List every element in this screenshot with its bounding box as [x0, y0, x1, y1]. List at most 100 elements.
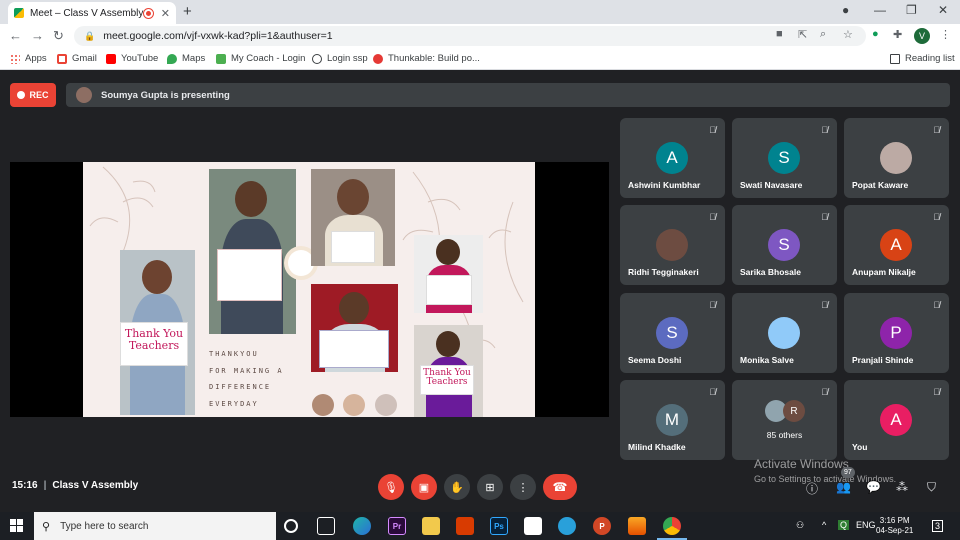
bookmark-gmail[interactable]: Gmail — [57, 53, 97, 64]
close-window-button[interactable]: ✕ — [938, 3, 948, 17]
participant-name: Ashwini Kumbhar — [628, 180, 701, 190]
tab-close-icon[interactable]: ✕ — [161, 7, 170, 20]
clock-time: 3:16 PM — [879, 516, 910, 525]
muted-mic-icon: 🎙̸ — [933, 125, 940, 135]
participant-tile[interactable]: 🎙̸ M Milind Khadke — [620, 380, 725, 460]
notification-count: 3 — [935, 521, 941, 531]
people-tray-icon[interactable]: ⚇ — [796, 520, 804, 531]
search-icon: ⚲ — [42, 520, 51, 533]
show-hidden-icons-icon[interactable]: ^ — [822, 520, 826, 530]
vlc-icon[interactable] — [628, 517, 646, 535]
chat-icon[interactable]: 💬 — [866, 480, 881, 494]
participant-tile[interactable]: 🎙̸ A Ashwini Kumbhar — [620, 118, 725, 198]
media-control-icon[interactable]: ● — [842, 3, 849, 17]
edge-icon[interactable] — [353, 517, 371, 535]
presentation-stage: Thank You Teachers Thank You Teachers TH… — [10, 162, 609, 417]
participant-tile[interactable]: 🎙̸ A You — [844, 380, 949, 460]
reading-list-button[interactable]: Reading list — [890, 53, 955, 64]
taskbar-search-box[interactable]: ⚲ Type here to search — [34, 512, 276, 540]
activities-icon[interactable]: ⁂ — [896, 480, 908, 494]
people-icon[interactable]: 👥 — [836, 480, 851, 494]
task-view-icon[interactable] — [317, 517, 335, 535]
store-icon[interactable] — [524, 517, 542, 535]
color-swatch — [312, 394, 334, 416]
camera-off-button[interactable]: ▣ — [411, 474, 437, 500]
participant-tile[interactable]: 🎙̸ S Seema Doshi — [620, 293, 725, 373]
present-screen-button[interactable]: ⊞ — [477, 474, 503, 500]
language-indicator[interactable]: ENG — [856, 520, 876, 530]
participant-tile[interactable]: 🎙̸ S Sarika Bhosale — [732, 205, 837, 285]
raise-hand-button[interactable]: ✋ — [444, 474, 470, 500]
globe-icon — [312, 53, 322, 64]
participant-tile[interactable]: 🎙̸ Popat Kaware — [844, 118, 949, 198]
host-controls-icon[interactable]: ⛉ — [927, 480, 936, 495]
zoom-icon[interactable]: ⌕ — [820, 28, 826, 41]
youtube-icon — [106, 53, 116, 64]
browser-tab[interactable]: Meet – Class V Assembly ✕ — [8, 2, 176, 24]
minimize-button[interactable]: — — [874, 3, 886, 17]
bookmark-label: YouTube — [121, 53, 159, 64]
camera-icon[interactable]: ■ — [776, 28, 783, 40]
reading-list-icon — [890, 53, 900, 64]
recording-indicator-icon — [143, 8, 153, 18]
file-explorer-icon[interactable] — [422, 517, 440, 535]
mic-off-button[interactable]: 🎙 — [378, 474, 404, 500]
bookmark-thunkable[interactable]: Thunkable: Build po... — [373, 53, 480, 64]
participant-photo-avatar — [880, 142, 912, 174]
gmail-icon — [57, 53, 67, 64]
participant-name: Seema Doshi — [628, 355, 682, 365]
photoshop-icon[interactable]: Ps — [490, 517, 508, 535]
mic-off-icon: 🎙 — [384, 481, 398, 494]
participant-tile[interactable]: 🎙̸ S Swati Navasare — [732, 118, 837, 198]
hand-icon: ✋ — [450, 481, 464, 494]
participant-tile[interactable]: 🎙̸ Ridhi Tegginakeri — [620, 205, 725, 285]
bookmark-maps[interactable]: Maps — [167, 53, 205, 64]
back-icon[interactable]: ← — [9, 28, 22, 43]
notification-center-icon[interactable]: 3 — [932, 520, 944, 532]
reload-icon[interactable]: ↻ — [53, 28, 64, 44]
participant-tile[interactable]: 🎙̸ R 85 others — [732, 380, 837, 460]
address-bar[interactable]: 🔒 meet.google.com/vjf-vxwk-kad?pli=1&aut… — [74, 26, 866, 46]
forward-icon[interactable]: → — [31, 28, 44, 43]
open-tab-icon[interactable]: ⇱ — [798, 28, 807, 41]
bookmark-label: Maps — [182, 53, 206, 64]
bookmark-star-icon[interactable]: ☆ — [843, 28, 853, 41]
maximize-button[interactable]: ❐ — [906, 3, 917, 17]
telegram-icon[interactable] — [558, 517, 576, 535]
participant-initial-avatar: A — [656, 142, 688, 174]
participant-tile[interactable]: 🎙̸ Monika Salve — [732, 293, 837, 373]
powerpoint-icon[interactable]: P — [593, 517, 611, 535]
profile-avatar[interactable]: V — [914, 28, 930, 44]
bookmark-my-coach[interactable]: My Coach - Login — [216, 53, 305, 64]
office-icon[interactable] — [456, 517, 474, 535]
my-coach-icon — [216, 53, 226, 64]
premiere-pro-icon[interactable]: Pr — [388, 517, 406, 535]
windows-start-icon[interactable] — [10, 519, 24, 533]
thank-you-card-left: Thank You Teachers — [120, 322, 188, 366]
cortana-icon[interactable] — [284, 519, 298, 533]
participant-tile[interactable]: 🎙̸ P Pranjali Shinde — [844, 293, 949, 373]
bookmark-apps[interactable]: Apps — [10, 53, 47, 64]
bookmark-login-ssp[interactable]: Login ssp — [312, 53, 368, 64]
muted-mic-icon: 🎙̸ — [821, 387, 828, 397]
presenting-text: Soumya Gupta is presenting — [101, 89, 230, 101]
slide-text-line: FOR MAKING A — [209, 367, 284, 375]
quick-heal-icon[interactable]: Q — [838, 520, 850, 530]
menu-kebab-icon[interactable]: ⋮ — [940, 28, 951, 41]
bookmark-youtube[interactable]: YouTube — [106, 53, 158, 64]
recording-button[interactable]: REC — [10, 83, 56, 107]
maps-pin-icon — [167, 53, 177, 64]
new-tab-button[interactable]: + — [183, 3, 192, 20]
bookmark-label: Login ssp — [327, 53, 368, 64]
chrome-icon[interactable] — [657, 517, 687, 540]
participant-tile[interactable]: 🎙̸ A Anupam Nikalje — [844, 205, 949, 285]
more-options-button[interactable]: ⋮ — [510, 474, 536, 500]
participant-name: Swati Navasare — [740, 180, 803, 190]
meeting-details-icon[interactable]: ⓘ — [806, 480, 818, 497]
taskbar-clock[interactable]: 3:16 PM 04-Sep-21 — [876, 516, 913, 537]
participant-name: Sarika Bhosale — [740, 267, 801, 277]
leave-call-button[interactable]: ☎ — [543, 474, 577, 500]
participant-photo-avatar — [768, 317, 800, 349]
extensions-puzzle-icon[interactable]: ✚ — [893, 28, 902, 41]
extension-grammar-icon[interactable]: ● — [872, 28, 879, 40]
